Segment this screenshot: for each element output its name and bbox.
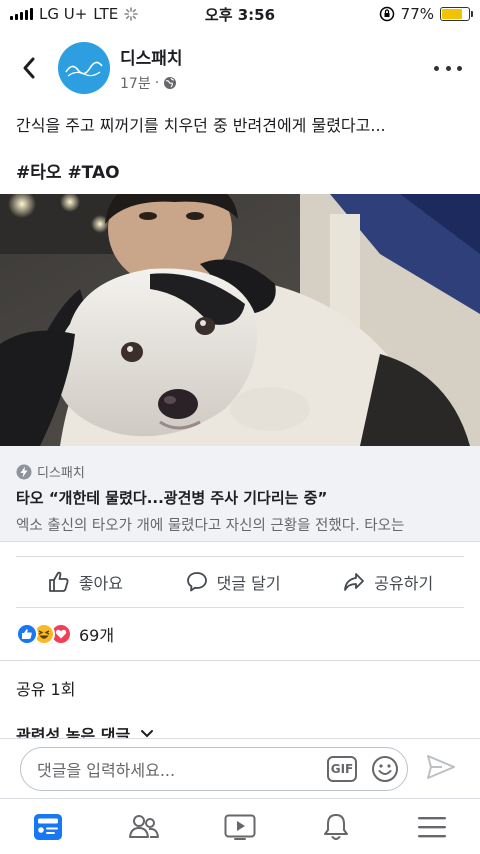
status-left: LG U+ LTE — [10, 5, 139, 23]
post-photo[interactable] — [0, 194, 480, 446]
back-button[interactable] — [0, 43, 58, 93]
time-separator: · — [154, 74, 160, 91]
carrier-label: LG U+ — [39, 5, 88, 23]
watch-icon — [224, 814, 256, 840]
dot-icon — [457, 65, 462, 71]
status-bar: LG U+ LTE 오후 3:56 77% — [0, 0, 480, 28]
news-feed-icon — [34, 813, 62, 840]
page-meta: 디스패치 17분 · — [120, 44, 183, 93]
comment-placeholder: 댓글을 입력하세요... — [37, 760, 176, 780]
friends-icon — [129, 814, 159, 838]
share-button[interactable]: 공유하기 — [342, 570, 433, 594]
comment-button[interactable]: 댓글 달기 — [185, 570, 281, 594]
dot-icon — [434, 65, 439, 71]
share-label: 공유하기 — [374, 574, 434, 593]
post-actions: 좋아요 댓글 달기 공유하기 — [16, 556, 464, 608]
globe-icon — [164, 76, 177, 89]
comment-composer: 댓글을 입력하세요... GIF — [0, 738, 480, 798]
notifications-icon — [324, 813, 348, 840]
comment-input[interactable]: 댓글을 입력하세요... GIF — [20, 746, 408, 791]
share-arrow-icon — [344, 573, 365, 591]
orientation-lock-icon — [379, 6, 394, 22]
back-arrow-icon — [23, 57, 35, 79]
post-time[interactable]: 17분 — [120, 73, 151, 93]
link-source-row: 디스패치 — [16, 462, 464, 481]
like-button[interactable]: 좋아요 — [47, 570, 123, 594]
emoji-icon[interactable] — [371, 755, 399, 783]
loading-icon — [124, 7, 139, 21]
reaction-count: 69개 — [79, 626, 115, 645]
send-icon — [427, 754, 455, 779]
post-time-row: 17분 · — [120, 73, 183, 93]
gif-button[interactable]: GIF — [327, 755, 357, 782]
send-button[interactable] — [426, 753, 456, 785]
divider — [0, 660, 480, 661]
status-right: 77% — [379, 5, 473, 23]
post-text: 간식을 주고 찌꺼기를 치우던 중 반려견에게 물렸다고... — [16, 116, 386, 135]
bottom-tab-bar — [0, 798, 480, 854]
battery-level — [442, 9, 463, 19]
page-avatar[interactable] — [58, 42, 110, 94]
network-label: LTE — [93, 5, 119, 23]
reactions-summary[interactable]: 69개 — [16, 622, 114, 646]
instant-article-icon — [16, 464, 32, 479]
comment-icon — [186, 572, 207, 592]
puppy-photo — [0, 194, 480, 446]
dispatch-logo-icon — [65, 61, 103, 77]
page-name[interactable]: 디스패치 — [120, 44, 183, 69]
post-header: 디스패치 17분 · — [0, 36, 480, 100]
link-title[interactable]: 타오 “개한테 물렸다...광견병 주사 기다리는 중” — [16, 487, 464, 508]
battery-percent: 77% — [400, 5, 434, 23]
link-preview[interactable]: 디스패치 타오 “개한테 물렸다...광견병 주사 기다리는 중” 엑소 출신의… — [0, 446, 480, 542]
comment-label: 댓글 달기 — [216, 574, 281, 593]
link-description: 엑소 출신의 타오가 개에 물렸다고 자신의 근황을 전했다. 타오는 — [16, 518, 405, 534]
signal-icon — [10, 8, 33, 20]
like-label: 좋아요 — [78, 574, 123, 593]
tab-news-feed[interactable] — [18, 802, 78, 852]
tab-notifications[interactable] — [306, 802, 366, 852]
tab-watch[interactable] — [210, 802, 270, 852]
post-hashtags[interactable]: #타오 #TAO — [16, 158, 120, 183]
like-reaction-icon — [16, 623, 38, 645]
menu-icon — [418, 816, 446, 837]
battery-icon — [440, 7, 473, 21]
share-count[interactable]: 공유 1회 — [16, 676, 75, 700]
more-options-button[interactable] — [434, 58, 462, 78]
link-source: 디스패치 — [37, 466, 85, 481]
tab-friends[interactable] — [114, 802, 174, 852]
tab-menu[interactable] — [402, 802, 462, 852]
dot-icon — [445, 65, 451, 71]
thumbs-up-icon — [48, 571, 69, 592]
